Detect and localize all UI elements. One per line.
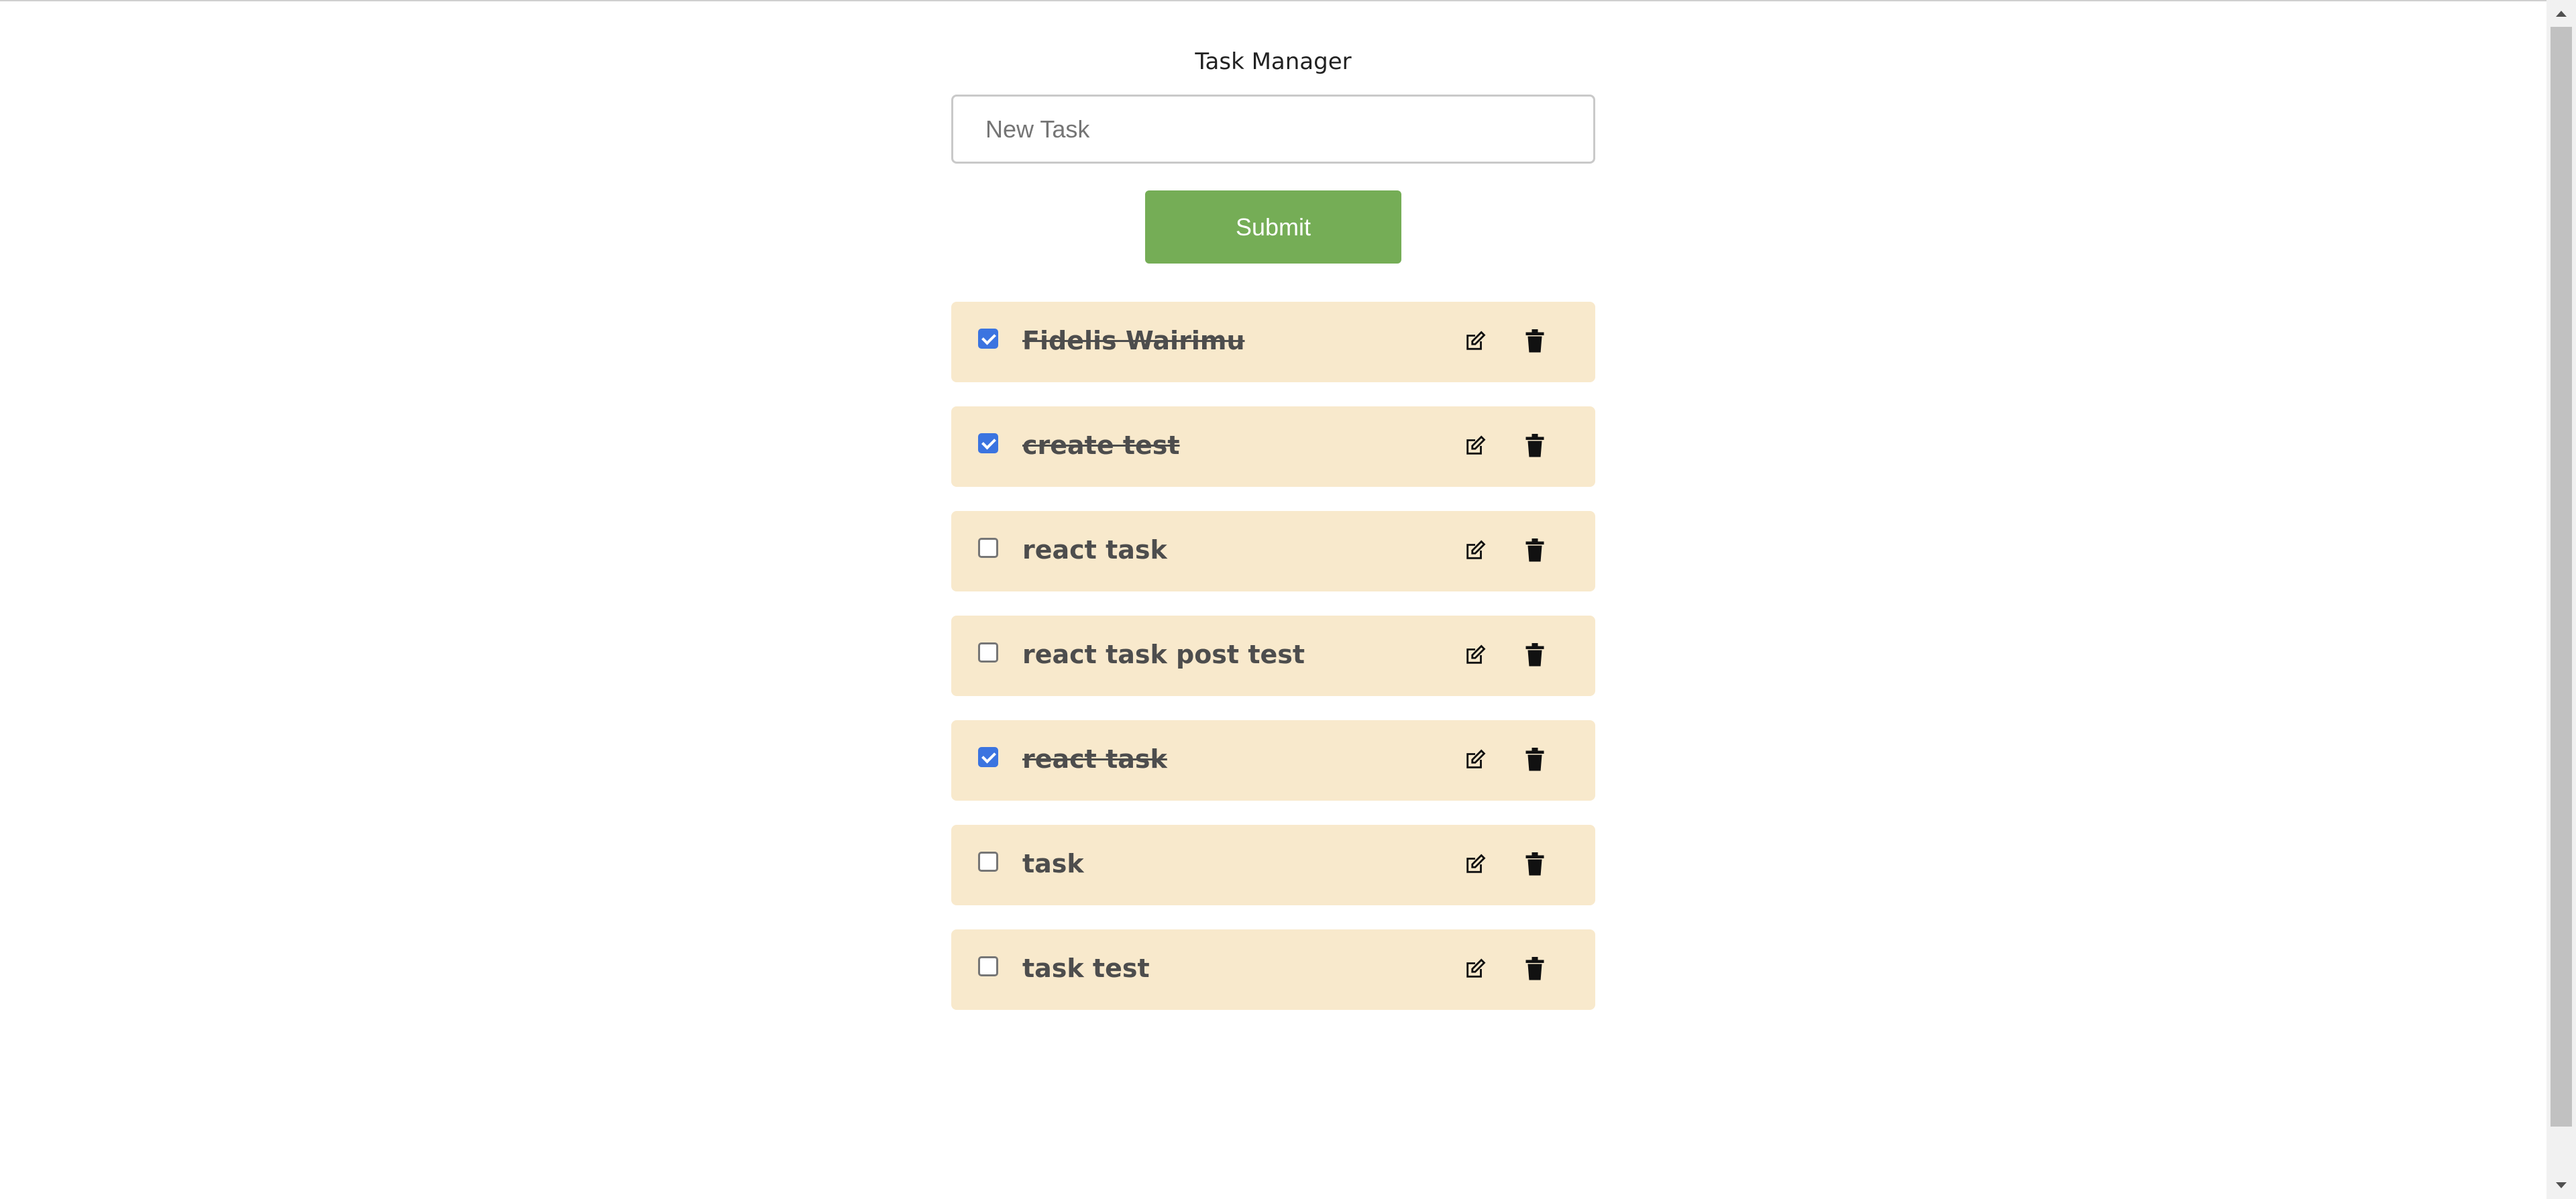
- edit-icon[interactable]: [1464, 748, 1487, 771]
- task-checkbox[interactable]: [978, 538, 998, 558]
- task-text: task: [1022, 849, 1084, 878]
- scroll-up-arrow-icon[interactable]: [2546, 0, 2576, 27]
- trash-icon[interactable]: [1524, 852, 1546, 876]
- task-checkbox[interactable]: [978, 852, 998, 872]
- submit-button[interactable]: Submit: [1145, 190, 1401, 264]
- task-checkbox[interactable]: [978, 329, 998, 349]
- vertical-scrollbar[interactable]: [2546, 0, 2576, 1199]
- edit-icon[interactable]: [1464, 644, 1487, 667]
- task-item: Fidelis Wairimu: [951, 302, 1595, 382]
- task-checkbox[interactable]: [978, 747, 998, 767]
- task-checkbox[interactable]: [978, 956, 998, 976]
- task-item: task: [951, 825, 1595, 905]
- new-task-input[interactable]: [951, 95, 1595, 164]
- edit-icon[interactable]: [1464, 435, 1487, 457]
- edit-icon[interactable]: [1464, 330, 1487, 353]
- scroll-down-arrow-icon[interactable]: [2546, 1172, 2576, 1199]
- task-text: react task post test: [1022, 640, 1305, 669]
- task-item: react task post test: [951, 616, 1595, 696]
- task-item: create test: [951, 406, 1595, 487]
- task-text: react task: [1022, 535, 1167, 565]
- task-text: task test: [1022, 954, 1150, 983]
- edit-icon[interactable]: [1464, 958, 1487, 980]
- scrollbar-thumb[interactable]: [2551, 27, 2572, 1127]
- page: Task Manager Submit Fidelis Wairimu c: [0, 0, 2576, 1199]
- task-item: react task: [951, 511, 1595, 591]
- edit-icon[interactable]: [1464, 853, 1487, 876]
- task-item: task test: [951, 929, 1595, 1010]
- task-text: create test: [1022, 431, 1180, 460]
- edit-icon[interactable]: [1464, 539, 1487, 562]
- trash-icon[interactable]: [1524, 748, 1546, 772]
- top-border: [0, 0, 2546, 1]
- trash-icon[interactable]: [1524, 643, 1546, 667]
- trash-icon[interactable]: [1524, 329, 1546, 353]
- page-title: Task Manager: [1195, 48, 1352, 75]
- trash-icon[interactable]: [1524, 434, 1546, 458]
- task-item: react task: [951, 720, 1595, 801]
- task-text: react task: [1022, 744, 1167, 774]
- task-list: Fidelis Wairimu create test react task r…: [951, 302, 1595, 1034]
- task-checkbox[interactable]: [978, 433, 998, 453]
- trash-icon[interactable]: [1524, 957, 1546, 981]
- task-text: Fidelis Wairimu: [1022, 326, 1245, 355]
- trash-icon[interactable]: [1524, 538, 1546, 563]
- task-checkbox[interactable]: [978, 642, 998, 663]
